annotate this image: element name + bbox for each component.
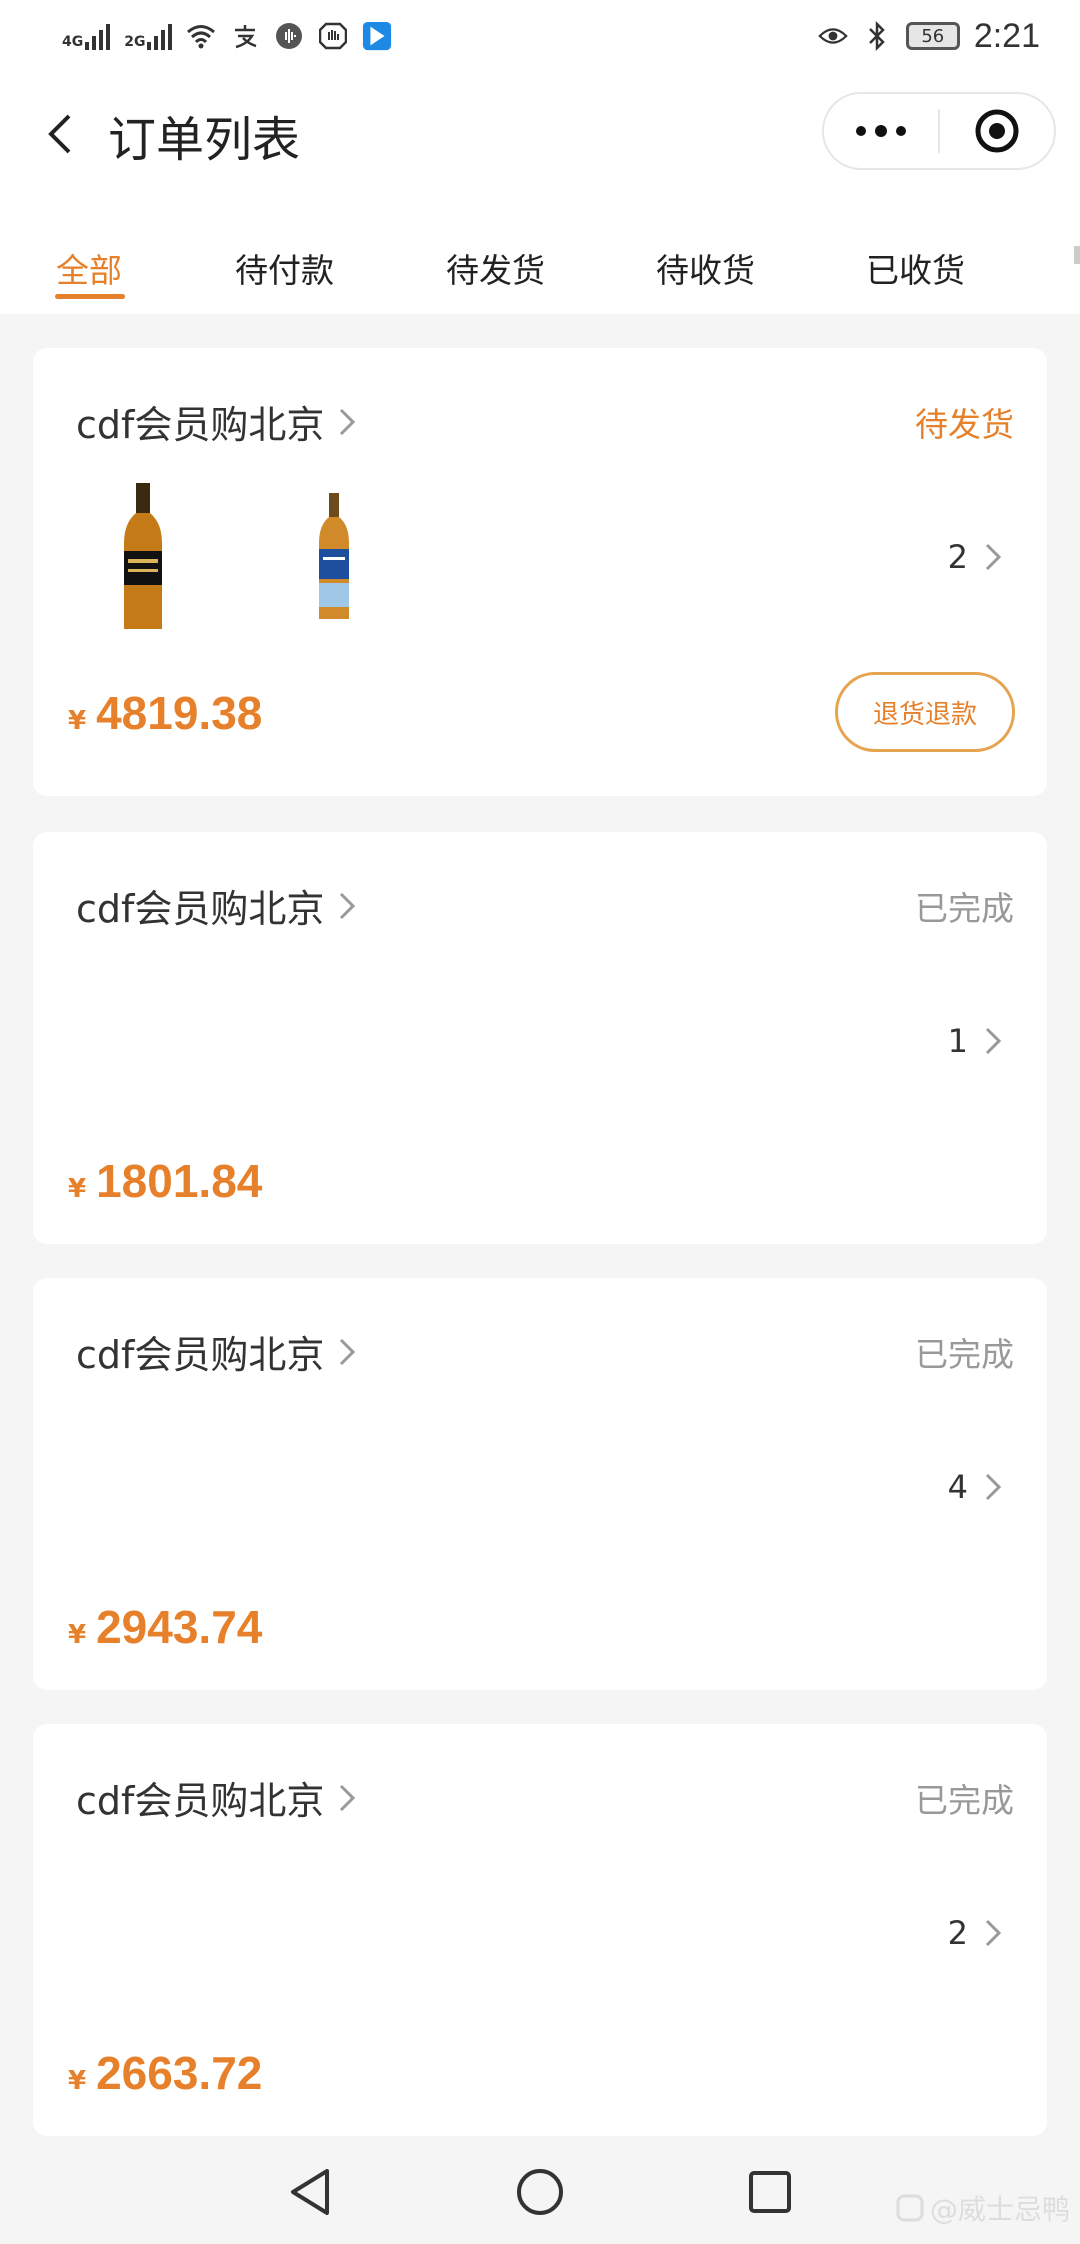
store-name: cdf会员购北京 [76,1779,325,1823]
back-button[interactable] [30,102,90,166]
tab-pending-shipment[interactable]: 待发货 [446,244,545,292]
watermark-text: @威士忌鸭 [929,2193,1070,2226]
price-amount: 2663.72 [96,2047,263,2099]
item-count: 4 [947,1468,968,1506]
miniprogram-capsule [822,92,1056,170]
chevron-right-icon [985,1919,1002,1947]
order-price: ¥ 1801.84 [68,1154,262,1208]
order-status: 已完成 [915,889,1014,928]
nav-recents-button[interactable] [740,2162,800,2222]
order-card[interactable]: cdf会员购北京 待发货 2 ¥ 4819.38 退货退款 [33,348,1047,796]
chevron-right-icon [340,892,356,919]
page-title: 订单列表 [108,112,301,168]
refund-button[interactable]: 退货退款 [835,672,1015,752]
order-price: ¥ 4819.38 [68,686,262,740]
battery-icon: 56 [905,22,960,50]
network-2g-label: 2G [124,34,146,50]
battery-level: 56 [921,25,945,47]
store-link[interactable]: cdf会员购北京 [76,878,356,933]
signal-2g-icon: 2G [124,22,173,50]
item-count-link[interactable]: 1 [948,1022,1002,1060]
target-close-icon [975,109,1019,153]
nav-header: 订单列表 [0,72,1080,196]
eye-icon [818,21,848,51]
nav-home-button[interactable] [510,2162,570,2222]
store-link[interactable]: cdf会员购北京 [76,1770,356,1825]
chevron-right-icon [340,1784,356,1811]
currency-symbol: ¥ [68,1620,87,1650]
tab-pending-receipt[interactable]: 待收货 [656,244,755,292]
watermark: @威士忌鸭 [896,2188,1070,2228]
network-4g-label: 4G [62,34,84,50]
currency-symbol: ¥ [68,706,87,736]
chevron-right-icon [985,1027,1002,1055]
item-count-link[interactable]: 2 [948,538,1002,576]
store-link[interactable]: cdf会员购北京 [76,394,356,449]
product-image-whisky-black[interactable] [118,483,168,633]
currency-symbol: ¥ [68,2066,87,2096]
bluetooth-icon [862,21,892,51]
weibo-watermark-icon [896,2194,924,2222]
circle-home-icon [517,2169,563,2215]
more-button[interactable] [824,94,938,168]
store-name: cdf会员购北京 [76,1333,325,1377]
order-card[interactable]: cdf会员购北京 已完成 4 ¥ 2943.74 [33,1278,1047,1690]
system-nav-bar: @威士忌鸭 [0,2140,1080,2244]
product-image-whisky-blue[interactable] [315,493,353,623]
square-recents-icon [749,2171,791,2213]
item-count: 1 [947,1022,968,1060]
price-amount: 2943.74 [96,1601,263,1653]
more-dots-icon [856,125,906,137]
tab-overflow-hint [1074,246,1080,264]
price-amount: 1801.84 [96,1155,263,1207]
hand-icon [318,21,348,51]
chevron-right-icon [340,1338,356,1365]
chevron-left-icon [48,114,71,154]
tab-received[interactable]: 已收货 [866,244,965,292]
order-price: ¥ 2943.74 [68,1600,262,1654]
chevron-right-icon [985,543,1002,571]
price-amount: 4819.38 [96,687,263,739]
order-card[interactable]: cdf会员购北京 已完成 2 ¥ 2663.72 [33,1724,1047,2136]
chevron-right-icon [340,408,356,435]
wifi-icon [186,21,216,51]
alipay-icon [230,21,260,51]
store-name: cdf会员购北京 [76,403,325,447]
active-tab-indicator [55,294,125,299]
status-bar: 4G 2G 56 2:21 [0,0,1080,72]
clock: 2:21 [973,16,1040,55]
item-count: 2 [947,1914,968,1952]
nav-back-button[interactable] [280,2162,340,2222]
currency-symbol: ¥ [68,1174,87,1204]
order-price: ¥ 2663.72 [68,2046,262,2100]
chevron-right-icon [985,1473,1002,1501]
close-button[interactable] [940,94,1054,168]
item-count-link[interactable]: 2 [948,1914,1002,1952]
tab-all[interactable]: 全部 [56,244,122,292]
status-left: 4G 2G [62,21,392,51]
status-right: 56 2:21 [818,17,1040,56]
order-card[interactable]: cdf会员购北京 已完成 1 ¥ 1801.84 [33,832,1047,1244]
order-status: 已完成 [915,1781,1014,1820]
order-status: 待发货 [915,405,1014,444]
order-status: 已完成 [915,1335,1014,1374]
item-count-link[interactable]: 4 [948,1468,1002,1506]
store-link[interactable]: cdf会员购北京 [76,1324,356,1379]
app-notification-icon [362,21,392,51]
signal-4g-icon: 4G [62,22,111,50]
item-count: 2 [947,538,968,576]
triangle-back-icon [291,2169,329,2215]
store-name: cdf会员购北京 [76,887,325,931]
audio-icon [274,21,304,51]
tab-pending-payment[interactable]: 待付款 [235,244,334,292]
